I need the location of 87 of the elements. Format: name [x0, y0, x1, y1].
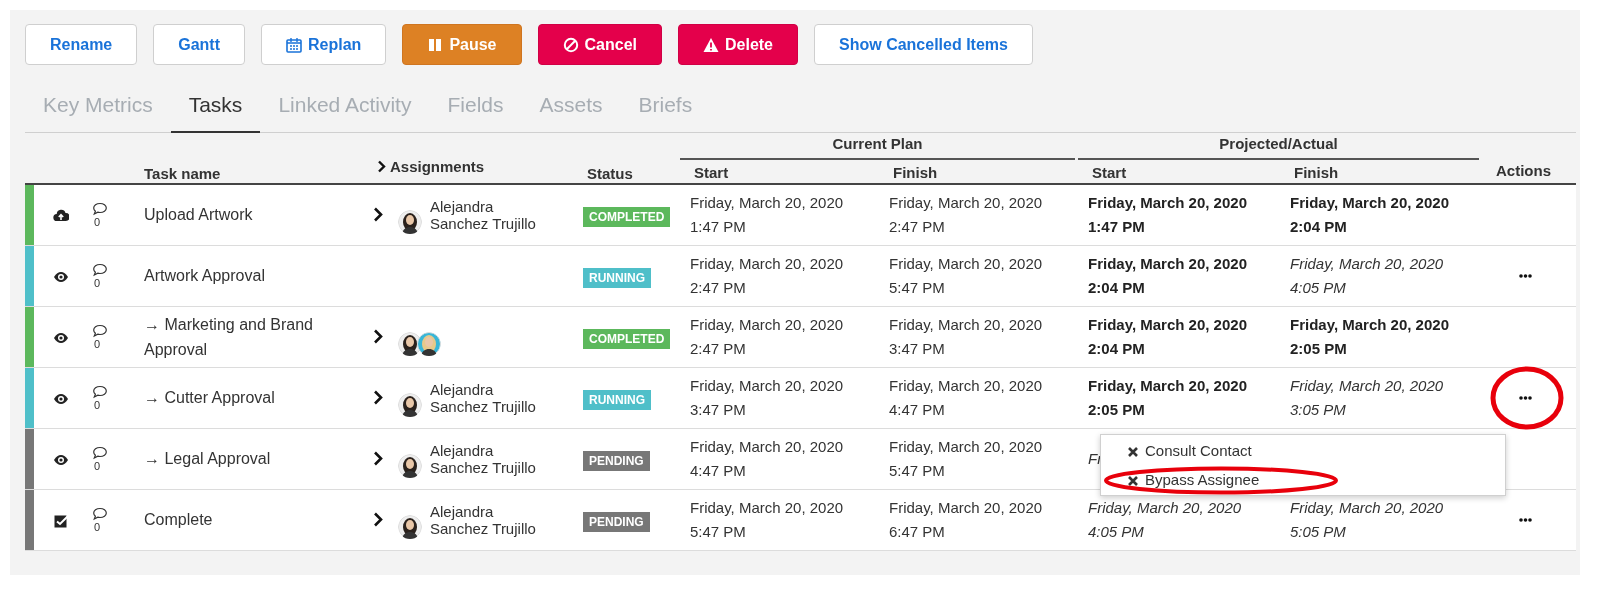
column-header: Finish — [1294, 162, 1339, 183]
comment-count: 0 — [93, 520, 101, 533]
date-cell-text: Friday, March 20, 2020 2:04 PM — [1088, 253, 1247, 298]
date-cell-text: Friday, March 20, 2020 5:47 PM — [889, 253, 1043, 298]
assignee-name: Alejandra Sanchez Trujillo — [430, 197, 537, 232]
date-cell-text: Friday, March 20, 2020 2:04 PM — [1290, 192, 1449, 237]
comment-count: 0 — [93, 276, 101, 289]
task-name: Artwork Approval — [143, 266, 266, 286]
column-group-header: Current Plan — [680, 132, 1075, 160]
task-name: Complete — [143, 510, 214, 530]
date-cell-text: Friday, March 20, 2020 1:47 PM — [1088, 192, 1247, 237]
comment-icon[interactable] — [92, 262, 108, 277]
toolbar-button[interactable]: Show Cancelled Items — [814, 24, 1033, 65]
column-group-header: Projected/Actual — [1078, 132, 1479, 160]
date-cell-text: Friday, March 20, 2020 5:47 PM — [889, 436, 1043, 481]
menu-item[interactable]: Bypass Assignee — [1101, 466, 1505, 495]
comment-count: 0 — [93, 398, 101, 411]
comment-icon[interactable] — [92, 384, 108, 399]
column-header: Status — [587, 163, 633, 184]
chevron-icon[interactable] — [376, 160, 386, 174]
toolbar-button[interactable]: Pause — [402, 24, 522, 65]
date-cell-text: Friday, March 20, 2020 2:47 PM — [889, 192, 1043, 237]
status-badge: RUNNING — [583, 389, 651, 410]
tab[interactable]: Tasks — [170, 85, 261, 133]
more-icon[interactable] — [1518, 517, 1532, 522]
more-icon[interactable] — [1518, 395, 1532, 400]
comment-icon[interactable] — [92, 201, 108, 216]
date-cell-text: Friday, March 20, 2020 3:47 PM — [690, 375, 844, 420]
column-header: Assignments — [390, 156, 485, 177]
date-cell-text: Friday, March 20, 2020 1:47 PM — [690, 192, 844, 237]
date-cell-text: Friday, March 20, 2020 2:47 PM — [690, 253, 844, 298]
checkbox-icon[interactable] — [53, 512, 69, 529]
column-header: Start — [1092, 162, 1127, 183]
assignee-name: Alejandra Sanchez Trujillo — [430, 502, 537, 537]
ban-icon — [562, 36, 579, 53]
date-cell-text: Friday, March 20, 2020 4:05 PM — [1290, 253, 1444, 298]
column-header: Actions — [1496, 160, 1551, 181]
date-cell-text: Friday, March 20, 2020 4:47 PM — [690, 436, 844, 481]
task-name: Upload Artwork — [143, 205, 254, 225]
chevron-icon[interactable] — [372, 512, 384, 527]
comment-count: 0 — [93, 215, 101, 228]
status-badge: PENDING — [583, 450, 650, 471]
toolbar-button[interactable]: Cancel — [537, 24, 662, 65]
comment-icon[interactable] — [92, 445, 108, 460]
task-name: → Cutter Approval — [143, 388, 276, 408]
warning-icon — [703, 36, 719, 53]
more-icon[interactable] — [1518, 273, 1532, 278]
date-cell-text: Friday, March 20, 2020 4:05 PM — [1088, 497, 1242, 542]
status-badge: COMPLETED — [583, 328, 671, 349]
column-header: Finish — [893, 162, 938, 183]
toolbar-button[interactable]: Replan — [261, 24, 387, 65]
cloud-upload-icon[interactable] — [53, 207, 69, 224]
column-header: Start — [694, 162, 729, 183]
comment-icon[interactable] — [92, 506, 108, 521]
column-header: Task name — [144, 163, 221, 184]
toolbar-button[interactable]: Delete — [678, 24, 798, 65]
toolbar-button[interactable]: Gantt — [153, 24, 246, 65]
date-cell-text: Friday, March 20, 2020 3:05 PM — [1290, 375, 1444, 420]
pause-icon — [427, 36, 444, 53]
task-name: → Legal Approval — [143, 449, 272, 469]
date-cell-text: Friday, March 20, 2020 2:05 PM — [1290, 314, 1449, 359]
date-cell-text: Friday, March 20, 2020 5:47 PM — [690, 497, 844, 542]
menu-item[interactable]: Consult Contact — [1101, 437, 1505, 466]
calendar-icon — [286, 36, 303, 53]
date-cell-text: Friday, March 20, 2020 2:05 PM — [1088, 375, 1247, 420]
comment-count: 0 — [93, 459, 101, 472]
date-cell-text: Friday, March 20, 2020 4:47 PM — [889, 375, 1043, 420]
assignee-name: Alejandra Sanchez Trujillo — [430, 380, 537, 415]
status-badge: COMPLETED — [583, 206, 671, 227]
task-name: → Marketing and Brand Approval — [143, 314, 314, 360]
comment-icon[interactable] — [92, 323, 108, 338]
date-cell-text: Friday, March 20, 2020 5:05 PM — [1290, 497, 1444, 542]
status-badge: PENDING — [583, 511, 650, 532]
assignee-name: Alejandra Sanchez Trujillo — [430, 441, 537, 476]
date-cell-text: Friday, March 20, 2020 3:47 PM — [889, 314, 1043, 359]
close-icon — [1127, 474, 1139, 487]
comment-count: 0 — [93, 337, 101, 350]
chevron-icon[interactable] — [372, 390, 384, 405]
chevron-icon[interactable] — [372, 207, 384, 222]
date-cell-text: Friday, March 20, 2020 6:47 PM — [889, 497, 1043, 542]
date-cell-text: Friday, March 20, 2020 2:04 PM — [1088, 314, 1247, 359]
chevron-icon[interactable] — [372, 451, 384, 466]
close-icon — [1127, 445, 1139, 458]
date-cell-text: Friday, March 20, 2020 2:47 PM — [690, 314, 844, 359]
toolbar-button[interactable]: Rename — [25, 24, 138, 65]
chevron-icon[interactable] — [372, 329, 384, 344]
status-badge: RUNNING — [583, 267, 651, 288]
